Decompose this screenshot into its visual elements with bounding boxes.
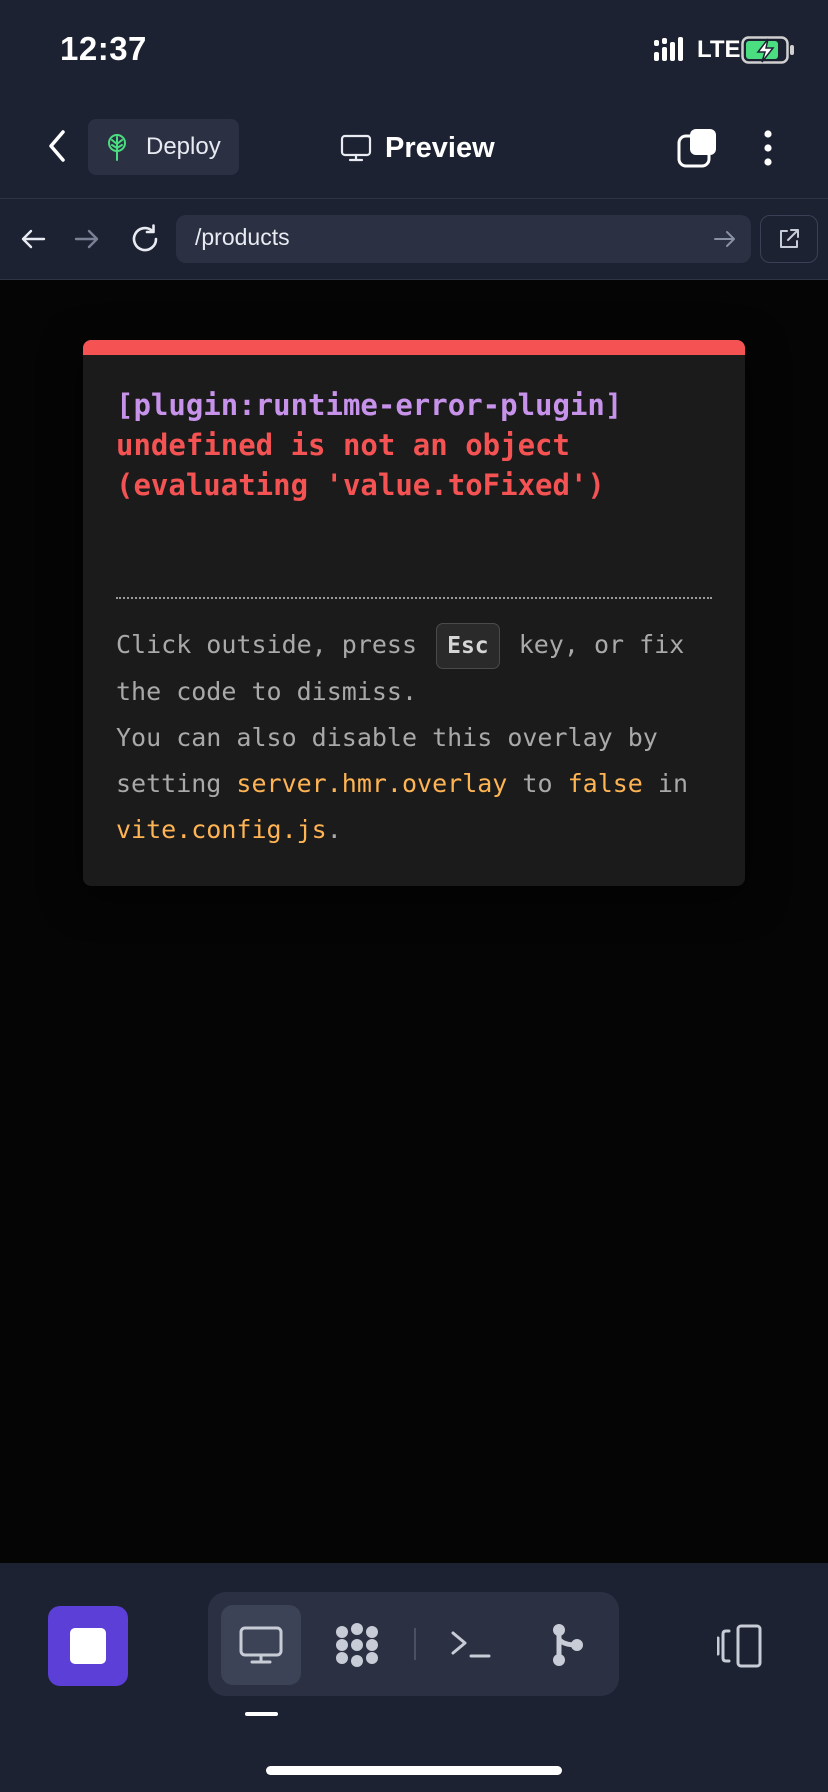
back-button[interactable] xyxy=(38,126,76,166)
divider xyxy=(116,597,712,599)
stop-button[interactable] xyxy=(48,1606,128,1686)
error-message-detail: (evaluating 'value.toFixed') xyxy=(116,468,605,502)
error-message: undefined is not an object xyxy=(116,428,570,462)
code-snippet: false xyxy=(567,769,643,798)
battery-charging-icon xyxy=(741,36,794,64)
git-branch-icon[interactable] xyxy=(543,1621,591,1669)
go-arrow-icon[interactable] xyxy=(712,228,738,250)
arrow-right-icon[interactable] xyxy=(72,224,102,254)
url-path: /products xyxy=(195,224,290,250)
stop-icon xyxy=(70,1628,106,1664)
home-indicator[interactable] xyxy=(266,1766,562,1775)
external-link-icon xyxy=(780,229,799,248)
monitor-icon xyxy=(239,1626,283,1664)
cellular-signal-icon xyxy=(654,37,683,61)
esc-key: Esc xyxy=(436,623,500,669)
error-plugin: [plugin:runtime-error-plugin] xyxy=(116,388,623,422)
code-snippet: server.hmr.overlay xyxy=(236,769,508,798)
tabs-icon[interactable] xyxy=(676,128,718,168)
divider xyxy=(414,1628,416,1660)
chevron-left-icon xyxy=(49,130,65,162)
terminal-icon[interactable] xyxy=(449,1621,497,1669)
reload-icon[interactable] xyxy=(128,222,162,256)
error-accent-bar xyxy=(83,340,745,355)
more-vertical-icon[interactable] xyxy=(754,128,782,168)
active-tab-indicator xyxy=(245,1712,278,1716)
panel-toggle-icon[interactable] xyxy=(717,1622,765,1670)
network-type: LTE xyxy=(697,36,741,63)
preview-title: Preview xyxy=(340,130,495,166)
deploy-button[interactable]: Deploy xyxy=(88,119,239,175)
deploy-label: Deploy xyxy=(146,133,221,160)
deploy-tree-icon xyxy=(108,134,126,161)
arrow-left-icon[interactable] xyxy=(18,224,48,254)
apps-grid-icon[interactable] xyxy=(333,1621,381,1669)
error-tip: Click outside, press Esc key, or fix the… xyxy=(116,622,726,853)
status-time: 12:37 xyxy=(60,30,147,67)
tip-text: . xyxy=(326,815,342,844)
open-external-button[interactable] xyxy=(760,215,818,263)
page-title: Preview xyxy=(385,131,495,164)
tip-text: in xyxy=(657,769,689,798)
error-overlay[interactable]: [plugin:runtime-error-plugin] undefined … xyxy=(83,340,745,886)
tip-text: Click outside, press xyxy=(116,630,418,659)
monitor-icon xyxy=(340,134,372,162)
code-snippet: vite.config.js xyxy=(116,815,327,844)
tip-text: to xyxy=(522,769,553,798)
